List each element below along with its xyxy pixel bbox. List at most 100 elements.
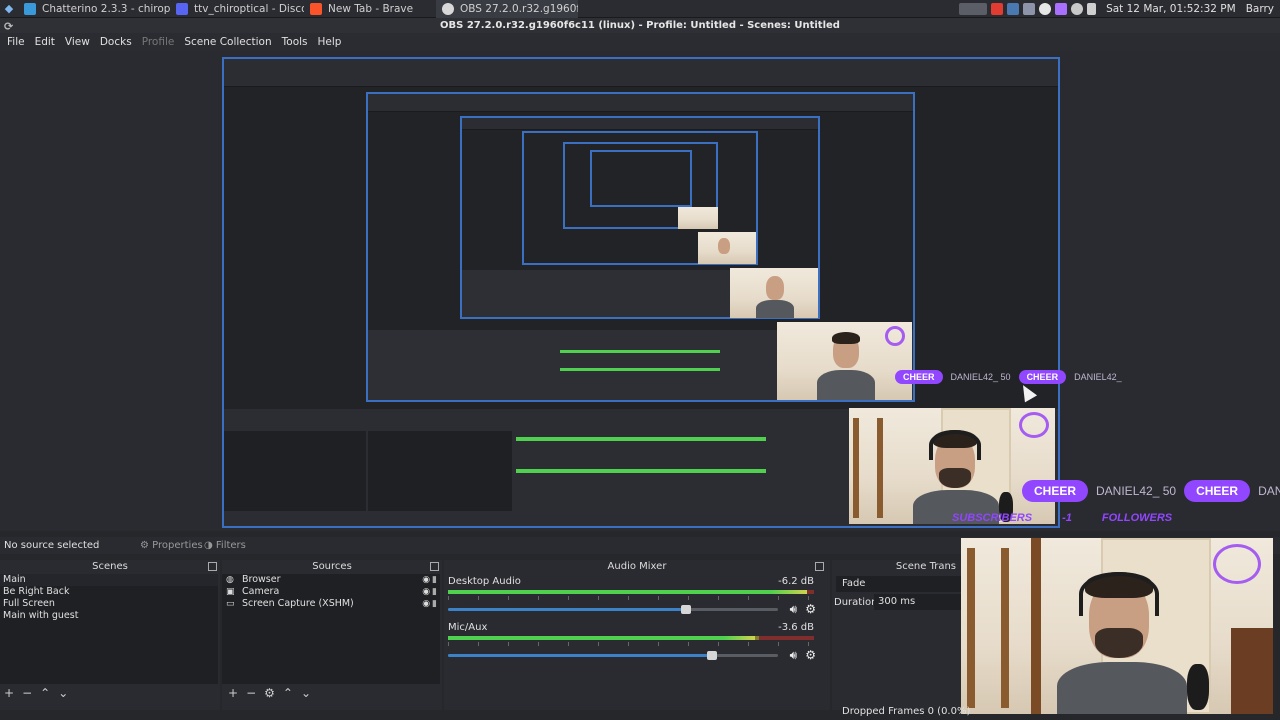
speaker-icon[interactable]: 🔊︎ <box>790 602 798 617</box>
scene-item-full-screen[interactable]: Full Screen <box>0 598 218 610</box>
menu-profile[interactable]: Profile <box>137 36 180 48</box>
gear-icon[interactable]: ⚙ <box>805 648 816 663</box>
remove-scene-button[interactable]: − <box>22 686 32 700</box>
move-down-icon[interactable]: ⌄ <box>58 686 68 700</box>
mixer-channel-mic-aux: Mic/Aux -3.6 dB 🔊︎ ⚙ <box>448 622 818 662</box>
scenes-list[interactable]: Main Be Right Back Full Screen Main with… <box>0 574 218 684</box>
menu-bar: File Edit View Docks Profile Scene Colle… <box>0 33 1280 51</box>
speaker-icon[interactable]: 🔊︎ <box>790 648 798 663</box>
volume-slider-handle[interactable] <box>707 651 717 660</box>
menu-docks[interactable]: Docks <box>95 36 137 48</box>
undock-icon[interactable] <box>815 562 824 571</box>
scenes-toolbar: + − ⌃ ⌄ <box>0 685 68 701</box>
sources-title: Sources <box>312 561 352 572</box>
menu-file[interactable]: File <box>2 36 30 48</box>
no-source-label: No source selected <box>4 540 100 551</box>
scenes-dock: Scenes Main Be Right Back Full Screen Ma… <box>0 560 220 710</box>
source-item-browser[interactable]: ◍ Browser ◉ ▮ <box>222 574 440 586</box>
filters-button[interactable]: ◑ Filters <box>204 540 246 551</box>
clock[interactable]: Sat 12 Mar, 01:52:32 PM <box>1106 3 1236 15</box>
source-item-camera[interactable]: ▣ Camera ◉ ▮ <box>222 586 440 598</box>
volume-slider-handle[interactable] <box>680 605 691 614</box>
obs-tray-icon[interactable] <box>1039 2 1052 15</box>
webcam-thumb-medium <box>698 232 756 264</box>
alert-name: DANIEL42_ 50 <box>950 372 1011 382</box>
duration-label: Duration <box>834 597 878 608</box>
undock-icon[interactable] <box>208 562 217 571</box>
source-item-screen-capture[interactable]: ▭ Screen Capture (XSHM) ◉ ▮ <box>222 598 440 610</box>
menu-scene-collection[interactable]: Scene Collection <box>179 36 276 48</box>
volume-slider[interactable] <box>448 605 778 614</box>
overlay-alerts-nested: CHEER DANIEL42_ 50 CHEER DANIEL42_ <box>895 370 1122 384</box>
bell-icon[interactable] <box>1087 2 1097 15</box>
source-settings-gear-icon[interactable]: ⚙ <box>264 686 275 700</box>
webcam-thumb-small <box>678 207 718 229</box>
settings-tray-icon[interactable] <box>1071 2 1084 15</box>
move-up-icon[interactable]: ⌃ <box>283 686 293 700</box>
channel-name: Desktop Audio <box>448 576 521 587</box>
volume-slider[interactable] <box>448 651 778 660</box>
meter-level <box>448 590 807 594</box>
move-up-icon[interactable]: ⌃ <box>40 686 50 700</box>
preview-nested-frame-6 <box>590 150 692 207</box>
cheer-badge: CHEER <box>1184 480 1251 502</box>
menu-edit[interactable]: Edit <box>30 36 60 48</box>
lock-icon[interactable]: ▮ <box>432 598 437 610</box>
twitch-icon[interactable] <box>1055 2 1068 15</box>
scene-item-main-with-guest[interactable]: Main with guest <box>0 610 218 622</box>
menu-help[interactable]: Help <box>313 36 347 48</box>
cheer-badge: CHEER <box>895 370 943 384</box>
scene-item-main[interactable]: Main <box>0 574 218 586</box>
monitor-icon: ▭ <box>226 599 235 609</box>
window-grid-icon[interactable] <box>959 2 988 15</box>
window-titlebar[interactable]: ⟳ OBS 27.2.0.r32.g1960f6c11 (linux) - Pr… <box>0 18 1280 33</box>
dropped-frames-status: Dropped Frames 0 (0.0%) <box>842 706 971 717</box>
taskbar-item-obs[interactable]: OBS 27.2.0.r32.g1960f6c... <box>436 0 578 18</box>
scene-item-be-right-back[interactable]: Be Right Back <box>0 586 218 598</box>
move-down-icon[interactable]: ⌄ <box>301 686 311 700</box>
webcam-thumb-xl <box>777 322 912 400</box>
transition-select[interactable]: Fade <box>836 576 962 592</box>
cheer-badge: CHEER <box>1018 370 1067 384</box>
visibility-eye-icon[interactable]: ◉ <box>422 598 430 610</box>
taskbar-item-discord[interactable]: ttv_chiroptical - Discord <box>170 0 304 18</box>
lock-icon[interactable]: ▮ <box>432 586 437 598</box>
webcam-preview-medium <box>849 408 1055 524</box>
remove-source-button[interactable]: − <box>246 686 256 700</box>
obs-icon <box>442 2 454 15</box>
meter-ticks <box>448 642 814 646</box>
add-scene-button[interactable]: + <box>4 686 14 700</box>
taskbar-item-chatterino[interactable]: Chatterino 2.3.3 - chiropti... <box>18 0 170 18</box>
user-name[interactable]: Barry <box>1246 3 1274 15</box>
menu-tools[interactable]: Tools <box>277 36 313 48</box>
alert-name: DANIEL42_ <box>1258 484 1280 498</box>
scenes-dock-header: Scenes <box>0 560 220 574</box>
scene-transitions-dock: Scene Trans Fade Duration 300 ms <box>832 560 962 710</box>
properties-button[interactable]: ⚙ Properties <box>140 540 203 551</box>
volume-meter <box>448 636 814 640</box>
undock-icon[interactable] <box>430 562 439 571</box>
subscribers-label: SUBSCRIBERS <box>952 512 1033 524</box>
menu-view[interactable]: View <box>60 36 95 48</box>
lock-icon[interactable]: ▮ <box>432 574 437 586</box>
shield-icon[interactable] <box>991 2 1004 15</box>
channel-db: -6.2 dB <box>778 576 814 587</box>
scenes-title: Scenes <box>92 561 128 572</box>
add-source-button[interactable]: + <box>228 686 238 700</box>
visibility-eye-icon[interactable]: ◉ <box>422 586 430 598</box>
window-menu-icon[interactable]: ⟳ <box>4 19 13 34</box>
taskbar-item-brave[interactable]: New Tab - Brave <box>304 0 436 18</box>
alert-name: DANIEL42_ <box>1074 372 1122 382</box>
sources-dock: Sources ◍ Browser ◉ ▮ ▣ Camera ◉ ▮ ▭ Screen Cap… <box>222 560 442 710</box>
steam-icon[interactable] <box>1007 2 1020 15</box>
audio-mixer-title: Audio Mixer <box>607 561 667 572</box>
app-launcher-icon[interactable]: ◆ <box>0 0 18 18</box>
sources-list[interactable]: ◍ Browser ◉ ▮ ▣ Camera ◉ ▮ ▭ Screen Capture (XS… <box>222 574 440 684</box>
visibility-eye-icon[interactable]: ◉ <box>422 574 430 586</box>
gear-icon[interactable]: ⚙ <box>805 602 816 617</box>
duration-input[interactable]: 300 ms <box>874 594 962 610</box>
discord-tray-icon[interactable] <box>1023 2 1036 15</box>
channel-name: Mic/Aux <box>448 622 488 633</box>
camera-icon: ▣ <box>226 587 235 597</box>
scene-transitions-title: Scene Trans <box>895 561 956 572</box>
